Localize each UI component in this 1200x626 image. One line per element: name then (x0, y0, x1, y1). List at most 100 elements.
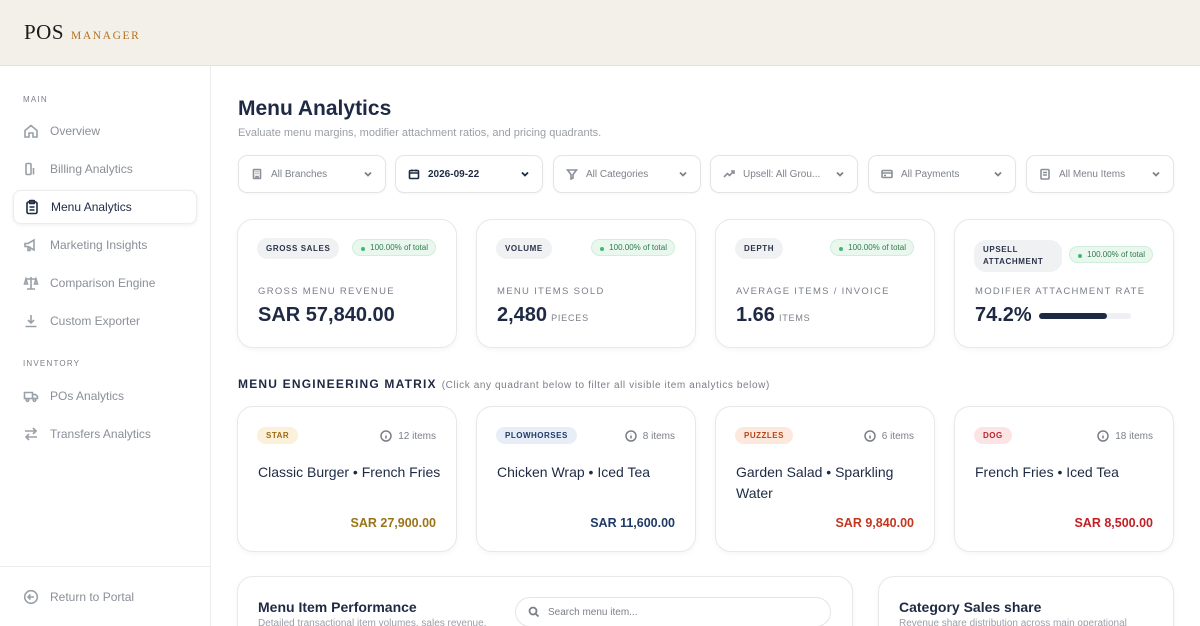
return-to-portal-button[interactable]: Return to Portal (13, 580, 197, 614)
chevron-down-icon (521, 171, 529, 177)
quadrant-tag: PLOWHORSES (496, 427, 577, 444)
filter-label: All Menu Items (1059, 168, 1126, 180)
quadrant-count: 6 items (864, 430, 914, 442)
sidebar-item-transfers-analytics[interactable]: Transfers Analytics (13, 417, 197, 451)
top-bar: POS MANAGER (0, 0, 1200, 66)
search-input[interactable] (548, 606, 798, 618)
sidebar-item-overview[interactable]: Overview (13, 114, 197, 148)
quadrant-puzzles-card[interactable]: PUZZLES 6 items Garden Salad • Sparkling… (715, 406, 935, 552)
kpi-value-text: 1.66 (736, 304, 775, 326)
kpi-value: 1.66 ITEMS (736, 304, 810, 327)
kpi-percent-badge: 100.00% of total (1069, 246, 1153, 263)
kpi-value: 74.2% (975, 304, 1032, 327)
info-icon (1097, 430, 1109, 442)
search-icon (528, 606, 540, 618)
kpi-label: GROSS MENU REVENUE (258, 286, 395, 297)
quadrant-amount: SAR 11,600.00 (590, 516, 675, 530)
quadrant-plowhorses-card[interactable]: PLOWHORSES 8 items Chicken Wrap • Iced T… (476, 406, 696, 552)
category-sales-share-panel: Category Sales share Revenue share distr… (878, 576, 1174, 626)
quadrant-amount: SAR 8,500.00 (1074, 516, 1153, 530)
kpi-value: SAR 57,840.00 (258, 304, 395, 327)
upsell-filter-select[interactable]: Upsell: All Grou... (710, 155, 858, 193)
quadrant-items: Garden Salad • Sparkling Water (736, 464, 894, 501)
chevron-down-icon (364, 171, 372, 177)
kpi-card-volume: VOLUME 100.00% of total MENU ITEMS SOLD … (476, 219, 696, 348)
sidebar-item-label: Menu Analytics (51, 200, 132, 214)
branch-filter-select[interactable]: All Branches (238, 155, 386, 193)
progress-fill (1039, 313, 1108, 319)
quadrant-dog-card[interactable]: DOG 18 items French Fries • Iced Tea SAR… (954, 406, 1174, 552)
quadrant-count-text: 18 items (1115, 430, 1153, 442)
quadrant-star-card[interactable]: STAR 12 items Classic Burger • French Fr… (237, 406, 457, 552)
nav-section-inventory: INVENTORY (23, 359, 81, 368)
category-filter-select[interactable]: All Categories (553, 155, 701, 193)
filter-label: Upsell: All Grou... (743, 168, 821, 180)
kpi-tag-line: ATTACHMENT (983, 257, 1044, 266)
panel-subtitle: Detailed transactional item volumes, sal… (258, 618, 487, 626)
brand-logo[interactable]: POS MANAGER (24, 20, 140, 45)
sidebar-item-label: Overview (50, 124, 101, 138)
kpi-card-upsell-attachment: UPSELL ATTACHMENT 100.00% of total MODIFI… (954, 219, 1174, 348)
menu-item-performance-panel: Menu Item Performance Detailed transacti… (237, 576, 853, 626)
page-title: Menu Analytics (238, 97, 392, 120)
kpi-tag: GROSS SALES (257, 238, 340, 259)
quadrant-tag: PUZZLES (735, 427, 793, 444)
sidebar-item-label: Marketing Insights (50, 238, 148, 252)
quadrant-count-text: 12 items (398, 430, 436, 442)
quadrant-count: 12 items (380, 430, 436, 442)
quadrant-tag: DOG (974, 427, 1012, 444)
kpi-label: MODIFIER ATTACHMENT RATE (975, 286, 1146, 297)
calendar-icon (408, 169, 420, 180)
filter-label: All Payments (901, 168, 960, 180)
page-subtitle: Evaluate menu margins, modifier attachme… (238, 127, 602, 139)
matrix-title: MENU ENGINEERING MATRIX (238, 377, 437, 391)
sidebar-item-label: Transfers Analytics (50, 427, 151, 441)
payment-filter-select[interactable]: All Payments (868, 155, 1016, 193)
brand-subtitle: MANAGER (71, 30, 141, 42)
quadrant-items: French Fries • Iced Tea (975, 464, 1119, 480)
sidebar-item-label: POs Analytics (50, 389, 125, 403)
sidebar-item-comparison-engine[interactable]: Comparison Engine (13, 266, 197, 300)
quadrant-count: 8 items (625, 430, 675, 442)
trend-up-icon (723, 170, 735, 178)
card-icon (881, 169, 893, 179)
panel-title: Category Sales share (899, 599, 1042, 615)
home-icon (24, 124, 38, 138)
kpi-tag: VOLUME (496, 238, 552, 259)
scale-icon (23, 276, 39, 290)
main-content: Menu Analytics Evaluate menu margins, mo… (211, 66, 1200, 626)
megaphone-icon (24, 238, 35, 252)
menu-item-filter-select[interactable]: All Menu Items (1026, 155, 1174, 193)
kpi-card-depth: DEPTH 100.00% of total AVERAGE ITEMS / I… (715, 219, 935, 348)
kpi-tag: DEPTH (735, 238, 784, 259)
filter-label: 2026-09-22 (428, 168, 480, 180)
sidebar-item-pos-analytics[interactable]: POs Analytics (13, 379, 197, 413)
matrix-heading: MENU ENGINEERING MATRIX (Click any quadra… (238, 377, 770, 391)
quadrant-items: Classic Burger • French Fries (258, 464, 441, 480)
quadrant-amount: SAR 9,840.00 (835, 516, 914, 530)
quadrant-amount: SAR 27,900.00 (350, 516, 436, 530)
download-icon (25, 315, 37, 328)
filter-label: All Branches (271, 168, 328, 180)
list-icon (1040, 168, 1050, 180)
building-icon (252, 168, 262, 180)
transfer-icon (24, 427, 38, 441)
kpi-value-text: SAR 57,840.00 (258, 304, 395, 326)
sidebar-item-label: Custom Exporter (50, 314, 141, 328)
date-filter-select[interactable]: 2026-09-22 (395, 155, 543, 193)
kpi-tag: UPSELL ATTACHMENT (974, 240, 1062, 272)
kpi-unit: PIECES (551, 313, 589, 323)
nav-section-main: MAIN (23, 95, 48, 104)
bar-chart-icon (25, 162, 35, 176)
sidebar-item-label: Comparison Engine (50, 276, 156, 290)
quadrant-items: Chicken Wrap • Iced Tea (497, 464, 651, 480)
kpi-percent-badge: 100.00% of total (352, 239, 436, 256)
sidebar-item-custom-exporter[interactable]: Custom Exporter (13, 304, 197, 338)
search-box (515, 597, 831, 626)
sidebar-item-menu-analytics[interactable]: Menu Analytics (13, 190, 197, 224)
sidebar-item-marketing-insights[interactable]: Marketing Insights (13, 228, 197, 262)
kpi-label: MENU ITEMS SOLD (497, 286, 605, 297)
info-icon (380, 430, 392, 442)
sidebar-item-billing-analytics[interactable]: Billing Analytics (13, 152, 197, 186)
truck-icon (23, 391, 39, 403)
